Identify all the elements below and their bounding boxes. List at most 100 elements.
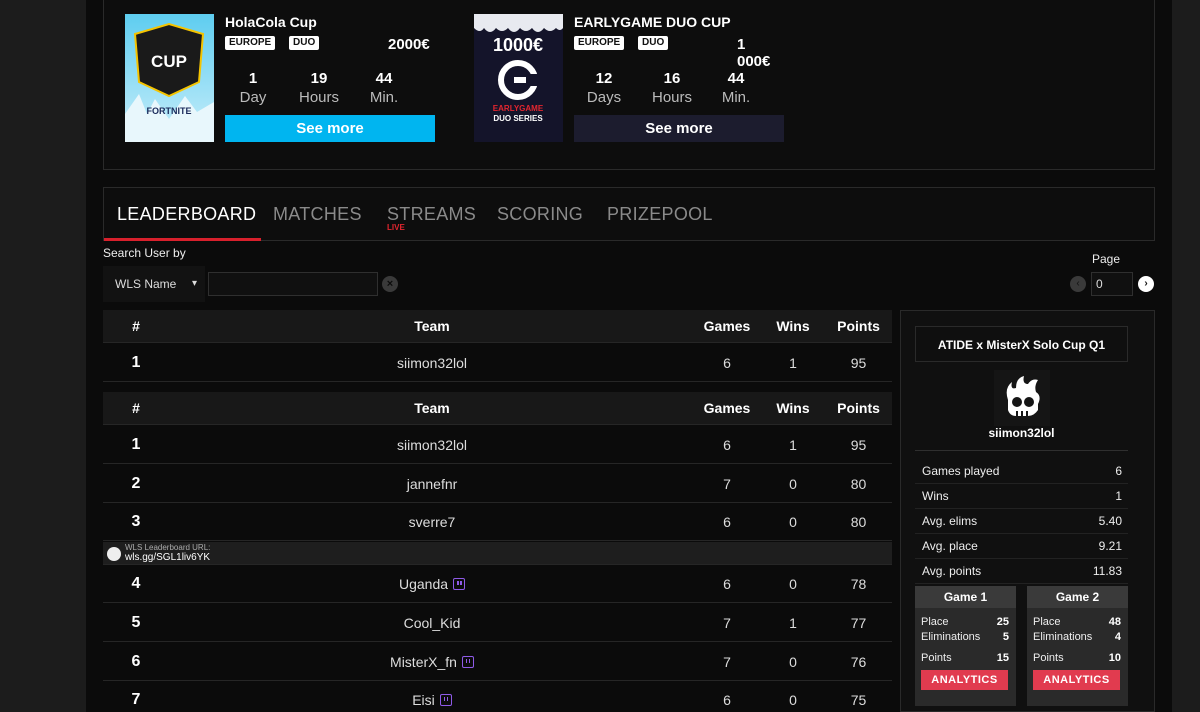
tab-matches[interactable]: MATCHES	[273, 204, 362, 225]
table-header: # Team Games Wins Points	[103, 392, 892, 425]
live-badge: LIVE	[387, 223, 405, 232]
countdown-min-value: 44	[727, 70, 745, 87]
table-row-own[interactable]: 1 siimon32lol 6 1 95	[103, 344, 892, 382]
poster-text-prize: 1000€	[493, 35, 543, 55]
place-label: Place	[1033, 616, 1061, 628]
row-points: 76	[850, 654, 867, 670]
skull-logo-icon	[107, 547, 121, 561]
elims-label: Eliminations	[921, 631, 981, 643]
row-points: 78	[850, 576, 867, 592]
stat-games-played: Games played 6	[915, 459, 1128, 484]
mode-badge: DUO	[638, 36, 669, 50]
row-team: siimon32lol	[396, 437, 468, 453]
skull-logo-icon	[1006, 376, 1040, 416]
header-wins: Wins	[776, 400, 810, 416]
cup-poster-earlygame[interactable]: 1000€ EARLYGAME DUO SERIES	[474, 14, 563, 142]
twitch-icon[interactable]	[439, 694, 452, 706]
row-wins: 1	[789, 355, 797, 371]
stat-wins: Wins 1	[915, 484, 1128, 509]
row-games: 6	[723, 355, 731, 371]
countdown-days-value: 12	[595, 70, 613, 87]
countdown-hours-value: 19	[310, 70, 328, 87]
page-input[interactable]	[1091, 272, 1133, 296]
stat-value: 5.40	[1098, 514, 1122, 528]
stat-label: Avg. points	[922, 564, 982, 578]
table-row[interactable]: 6 MisterX_fn 7 0 76	[103, 643, 892, 681]
countdown-hours-unit: Hours	[651, 89, 692, 106]
region-badge: EUROPE	[225, 36, 276, 50]
tab-bar: LEADERBOARD MATCHES STREAMS LIVE SCORING…	[103, 187, 1155, 241]
panel-tournament-title: ATIDE x MisterX Solo Cup Q1	[915, 326, 1128, 362]
row-games: 7	[723, 476, 731, 492]
countdown-hours-unit: Hours	[298, 89, 339, 106]
stat-value: 11.83	[1092, 564, 1122, 578]
points-label: Points	[1033, 652, 1064, 664]
header-points: Points	[837, 318, 880, 334]
tab-leaderboard[interactable]: LEADERBOARD	[117, 204, 256, 225]
countdown-min-value: 44	[375, 70, 393, 87]
table-row[interactable]: 1 siimon32lol 6 1 95	[103, 426, 892, 464]
row-wins: 0	[789, 654, 797, 670]
row-team-cell: Eisi	[103, 681, 761, 712]
row-points: 80	[850, 476, 867, 492]
row-team: siimon32lol	[396, 355, 468, 371]
row-wins: 0	[789, 692, 797, 708]
poster-text-cup: CUP	[151, 52, 187, 71]
countdown-days-unit: Days	[586, 89, 622, 106]
table-row[interactable]: 7 Eisi 6 0 75	[103, 681, 892, 712]
search-field-select[interactable]: WLS Name ▾	[103, 266, 205, 302]
stat-avg-elims: Avg. elims 5.40	[915, 509, 1128, 534]
analytics-button[interactable]: ANALYTICS	[1033, 670, 1120, 690]
row-points: 75	[850, 692, 867, 708]
points-value: 15	[996, 652, 1009, 664]
table-row[interactable]: 5 Cool_Kid 7 1 77	[103, 604, 892, 642]
table-row[interactable]: 2 jannefnr 7 0 80	[103, 465, 892, 503]
row-wins: 1	[789, 437, 797, 453]
header-wins: Wins	[776, 318, 810, 334]
game-title: Game 1	[915, 586, 1016, 608]
header-games: Games	[703, 400, 751, 416]
active-tab-indicator	[104, 238, 261, 241]
row-wins: 0	[789, 514, 797, 530]
analytics-button[interactable]: ANALYTICS	[921, 670, 1008, 690]
clear-search-icon[interactable]: ×	[382, 276, 398, 292]
game-title: Game 2	[1027, 586, 1128, 608]
stat-label: Avg. elims	[922, 514, 978, 528]
previous-page-icon[interactable]: ‹	[1070, 276, 1086, 292]
elims-value: 5	[1002, 631, 1009, 643]
game-card: Game 2 Place 48 Eliminations 4 Points 10…	[1027, 586, 1128, 706]
see-more-button[interactable]: See more	[574, 115, 784, 142]
place-value: 48	[1108, 616, 1121, 628]
points-value: 10	[1108, 652, 1121, 664]
see-more-button[interactable]: See more	[225, 115, 435, 142]
row-games: 6	[723, 437, 731, 453]
stat-label: Games played	[922, 464, 1000, 478]
divider	[915, 450, 1128, 451]
next-page-icon[interactable]: ›	[1138, 276, 1154, 292]
cup-title[interactable]: HolaCola Cup	[225, 14, 317, 30]
place-label: Place	[921, 616, 949, 628]
tab-scoring[interactable]: SCORING	[497, 204, 583, 225]
region-badge: EUROPE	[574, 36, 625, 50]
stat-label: Avg. place	[922, 539, 978, 553]
place-value: 25	[996, 616, 1009, 628]
search-select-value: WLS Name	[115, 277, 177, 291]
leaderboard-url-banner[interactable]: WLS Leaderboard URL: wls.gg/SGL1liv6YK	[103, 542, 892, 565]
row-team: jannefnr	[406, 476, 458, 492]
header-team: Team	[414, 318, 450, 334]
cup-title[interactable]: EARLYGAME DUO CUP	[574, 14, 731, 30]
twitch-icon[interactable]	[461, 656, 474, 668]
header-team: Team	[414, 400, 450, 416]
twitch-icon[interactable]	[453, 578, 466, 590]
table-row[interactable]: 4 Uganda 6 0 78	[103, 565, 892, 603]
page-label: Page	[1092, 252, 1121, 266]
search-input[interactable]	[208, 272, 378, 296]
table-row[interactable]: 3 sverre7 6 0 80	[103, 503, 892, 541]
tab-streams[interactable]: STREAMS	[387, 204, 476, 225]
cup-poster-holacola[interactable]: CUP FORTNITE	[125, 14, 214, 142]
countdown-days-unit: Day	[239, 89, 267, 106]
row-wins: 0	[789, 476, 797, 492]
countdown-min-unit: Min.	[721, 89, 751, 106]
url-value[interactable]: wls.gg/SGL1liv6YK	[125, 552, 210, 563]
tab-prizepool[interactable]: PRIZEPOOL	[607, 204, 713, 225]
